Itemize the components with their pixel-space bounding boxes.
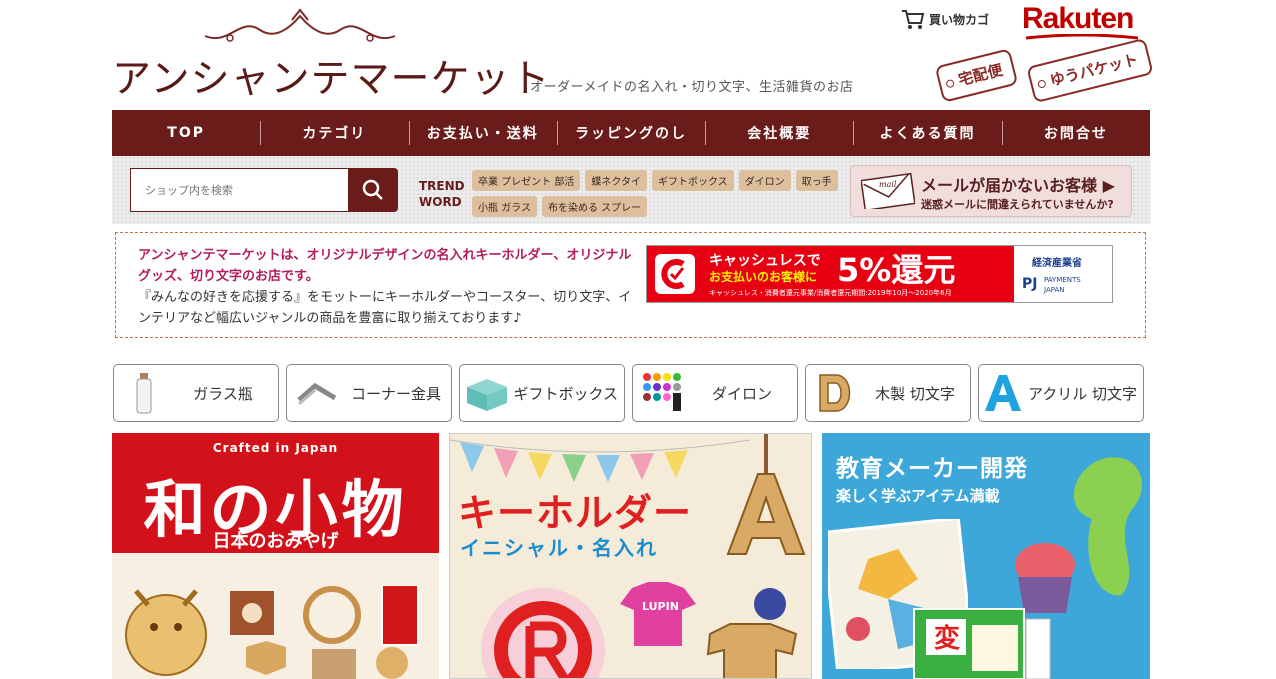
cart-icon bbox=[902, 10, 925, 29]
shop-intro-highlight: アンシャンテマーケットは、オリジナルデザインの名入れキーホルダー、オリジナルグッ… bbox=[138, 248, 632, 284]
dye-palette-icon bbox=[633, 365, 693, 421]
banner-educational[interactable]: 教育メーカー開発 楽しく学ぶアイテム満載 変 bbox=[822, 433, 1150, 679]
trend-word[interactable]: ダイロン bbox=[738, 170, 791, 191]
banner1-top-text: Crafted in Japan bbox=[212, 441, 339, 455]
mail-notice-subtitle: 迷惑メールに間違えられていませんか? bbox=[921, 198, 1114, 211]
header-ornament bbox=[204, 8, 396, 42]
banner-japanese-goods[interactable]: Crafted in Japan 和の小物 日本のおみやげ bbox=[112, 433, 439, 679]
payments-japan-line1: PAYMENTS bbox=[1044, 276, 1081, 284]
cashless-line1: キャッシュレスで bbox=[709, 253, 821, 269]
tshirt-keychain-icon: LUPIN bbox=[620, 582, 696, 646]
mail-notice-title: メールが届かないお客様 ▶ bbox=[921, 176, 1115, 195]
nav-payment-shipping[interactable]: お支払い・送料 bbox=[408, 110, 557, 156]
nav-contact[interactable]: お問合せ bbox=[1001, 110, 1150, 156]
mail-notice-banner[interactable]: mail メールが届かないお客様 ▶ 迷惑メールに間違えられていませんか? bbox=[850, 165, 1132, 217]
bunting-flags-icon bbox=[450, 439, 750, 482]
nav-category[interactable]: カテゴリ bbox=[260, 110, 408, 156]
category-label: アクリル 切文字 bbox=[1027, 384, 1137, 403]
category-corner-fitting[interactable]: コーナー金具 bbox=[286, 364, 452, 422]
mail-envelope-icon: mail bbox=[861, 173, 915, 209]
trend-word[interactable]: 布を染める スプレー bbox=[541, 196, 648, 217]
trend-word[interactable]: ギフトボックス bbox=[651, 170, 734, 191]
wooden-pieces-icon bbox=[230, 585, 419, 679]
shop-intro-text: アンシャンテマーケットは、オリジナルデザインの名入れキーホルダー、オリジナルグッ… bbox=[138, 245, 640, 329]
category-gift-box[interactable]: ギフトボックス bbox=[459, 364, 625, 422]
cashless-c-icon bbox=[655, 254, 695, 294]
banner-keychain[interactable]: キーホルダー イニシャル・名入れ LUPIN bbox=[449, 433, 812, 679]
category-label: ギフトボックス bbox=[513, 384, 618, 403]
shop-tagline: オーダーメイドの名入れ・切り文字、生活雑貨のお店 bbox=[530, 80, 854, 95]
banner1-subtitle: 日本のおみやげ bbox=[212, 531, 339, 552]
deer-keychain-icon bbox=[125, 589, 207, 676]
cashless-banner[interactable]: キャッシュレスで お支払いのお客様に 5%還元 キャッシュレス・消費者還元事業/… bbox=[646, 245, 1113, 303]
rakuten-logo[interactable]: Rakuten bbox=[1022, 2, 1134, 36]
nav-wrapping[interactable]: ラッピングのし bbox=[556, 110, 705, 156]
trend-word-list: 卒業 プレゼント 部活 蝶ネクタイ ギフトボックス ダイロン 取っ手 小瓶 ガラ… bbox=[472, 170, 842, 217]
page-container: アンシャンテマーケット オーダーメイドの名入れ・切り文字、生活雑貨のお店 買い物… bbox=[112, 0, 1154, 679]
banner3-title: 教育メーカー開発 bbox=[836, 456, 1028, 482]
category-wood-letters[interactable]: 木製 切文字 bbox=[805, 364, 971, 422]
trend-word[interactable]: 小瓶 ガラス bbox=[472, 196, 537, 217]
trend-label-line2: WORD bbox=[419, 195, 462, 209]
nav-company[interactable]: 会社概要 bbox=[705, 110, 853, 156]
trend-word-label: TREND WORD bbox=[419, 178, 465, 210]
category-buttons: ガラス瓶 コーナー金具 ギフトボックス ダイロン 木製 切文字 アクリル 切文字 bbox=[113, 364, 1149, 422]
cart-label: 買い物カゴ bbox=[929, 12, 990, 27]
trend-label-line1: TREND bbox=[419, 179, 465, 193]
delivery-tag-yupacket[interactable]: ゆうパケット bbox=[1026, 37, 1154, 104]
banner2-title: キーホルダー bbox=[458, 491, 693, 535]
gift-box-icon bbox=[460, 365, 513, 421]
main-nav: TOP カテゴリ お支払い・送料 ラッピングのし 会社概要 よくある質問 お問合… bbox=[112, 110, 1150, 156]
category-label: ダイロン bbox=[711, 384, 772, 403]
category-dylon[interactable]: ダイロン bbox=[632, 364, 798, 422]
acrylic-r-keychain-icon bbox=[481, 588, 605, 678]
category-label: 木製 切文字 bbox=[875, 384, 955, 403]
category-glass-bottle[interactable]: ガラス瓶 bbox=[113, 364, 279, 422]
cart-link[interactable]: 買い物カゴ bbox=[901, 8, 989, 30]
payments-japan-line2: JAPAN bbox=[1044, 286, 1065, 294]
letter-a-keychain-icon bbox=[726, 434, 806, 555]
delivery-tag-takuhaibin[interactable]: 宅配便 bbox=[934, 48, 1019, 103]
shop-intro-box: アンシャンテマーケットは、オリジナルデザインの名入れキーホルダー、オリジナルグッ… bbox=[115, 232, 1146, 338]
tshirt-text: LUPIN bbox=[642, 600, 679, 613]
payments-japan-mark: PJ bbox=[1022, 276, 1038, 292]
corner-fitting-icon bbox=[287, 365, 347, 421]
cashless-logo-panel: 経済産業省 PAYMENTS JAPAN PJ bbox=[1014, 246, 1112, 302]
search-icon bbox=[362, 179, 383, 200]
search-bar: TREND WORD 卒業 プレゼント 部活 蝶ネクタイ ギフトボックス ダイロ… bbox=[112, 156, 1150, 224]
acrylic-letter-a-icon bbox=[979, 365, 1028, 421]
shop-logo[interactable]: アンシャンテマーケット bbox=[112, 48, 550, 104]
cashless-line2: お支払いのお客様に bbox=[709, 270, 818, 284]
banner3-subtitle: 楽しく学ぶアイテム満載 bbox=[836, 487, 1000, 505]
meti-label: 経済産業省 bbox=[1032, 258, 1082, 269]
category-label: コーナー金具 bbox=[350, 384, 441, 403]
wooden-shirt-keychain-icon bbox=[706, 588, 798, 678]
trend-word[interactable]: 卒業 プレゼント 部活 bbox=[472, 170, 581, 191]
mail-icon-text: mail bbox=[879, 180, 897, 189]
category-acrylic-letters[interactable]: アクリル 切文字 bbox=[978, 364, 1144, 422]
cashless-rate: 5%還元 bbox=[837, 251, 956, 289]
card-game-title: 変 bbox=[934, 623, 960, 654]
banner2-subtitle: イニシャル・名入れ bbox=[460, 536, 658, 560]
nav-top[interactable]: TOP bbox=[112, 110, 260, 156]
search-button[interactable] bbox=[348, 168, 398, 212]
category-label: ガラス瓶 bbox=[193, 384, 253, 403]
card-game-box-icon: 変 bbox=[913, 608, 1051, 679]
nav-faq[interactable]: よくある質問 bbox=[853, 110, 1001, 156]
rakuten-swoosh-icon bbox=[1026, 34, 1138, 40]
trend-word[interactable]: 蝶ネクタイ bbox=[585, 170, 647, 191]
wood-letter-d-icon bbox=[806, 365, 866, 421]
glass-bottle-icon bbox=[114, 365, 174, 421]
trend-word[interactable]: 取っ手 bbox=[795, 170, 838, 191]
search-input[interactable] bbox=[130, 168, 348, 212]
shop-intro-body: 『みんなの好きを応援する』をモットーにキーホルダーやコースター、切り文字、インテ… bbox=[138, 290, 632, 326]
cashless-footnote: キャッシュレス・消費者還元事業/消費者還元期間:2019年10月〜2020年6月 bbox=[709, 289, 952, 297]
